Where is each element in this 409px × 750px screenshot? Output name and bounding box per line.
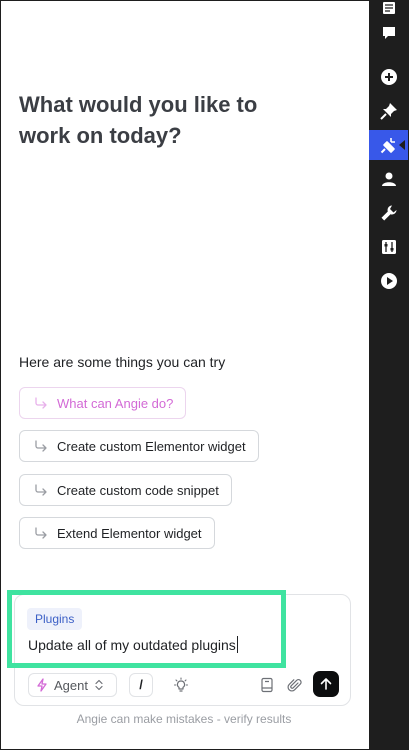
- send-button[interactable]: [313, 671, 339, 697]
- return-arrow-icon: [34, 396, 48, 410]
- suggestion-chip-what-can-angie-do[interactable]: What can Angie do?: [19, 387, 187, 419]
- add-icon[interactable]: [369, 62, 408, 92]
- return-arrow-icon: [34, 526, 48, 540]
- user-icon[interactable]: [369, 164, 408, 194]
- comment-icon[interactable]: [369, 18, 408, 48]
- suggestion-chip-extend-widget[interactable]: Extend Elementor widget: [19, 517, 215, 549]
- slash-command-button[interactable]: /: [129, 673, 153, 697]
- right-toolbar: [369, 1, 408, 749]
- suggestion-label: What can Angie do?: [57, 395, 174, 411]
- return-arrow-icon: [34, 483, 48, 497]
- disclaimer-text: Angie can make mistakes - verify results: [76, 712, 292, 726]
- book-icon[interactable]: [258, 676, 276, 694]
- settings-sliders-icon[interactable]: [369, 232, 408, 262]
- return-arrow-icon: [34, 439, 48, 453]
- agent-mode-select[interactable]: Agent: [28, 673, 117, 697]
- active-indicator: [399, 140, 405, 150]
- lightbulb-icon[interactable]: [172, 676, 190, 694]
- suggestion-chip-custom-widget[interactable]: Create custom Elementor widget: [19, 430, 259, 462]
- suggestion-label: Extend Elementor widget: [57, 525, 202, 541]
- suggestion-label: Create custom code snippet: [57, 482, 219, 498]
- play-icon[interactable]: [369, 266, 408, 296]
- suggestion-label: Create custom Elementor widget: [57, 438, 246, 454]
- highlight-box: [7, 590, 286, 668]
- lightning-icon: [36, 678, 48, 692]
- suggestion-chip-code-snippet[interactable]: Create custom code snippet: [19, 474, 232, 506]
- pin-icon[interactable]: [369, 96, 408, 126]
- paperclip-icon[interactable]: [286, 676, 304, 694]
- page-title: What would you like to work on today?: [19, 92, 258, 148]
- agent-mode-label: Agent: [54, 677, 88, 693]
- chevron-up-down-icon: [95, 679, 103, 691]
- suggestions-label: Here are some things you can try: [19, 354, 226, 370]
- wrench-icon[interactable]: [369, 198, 408, 228]
- arrow-up-icon: [320, 677, 332, 691]
